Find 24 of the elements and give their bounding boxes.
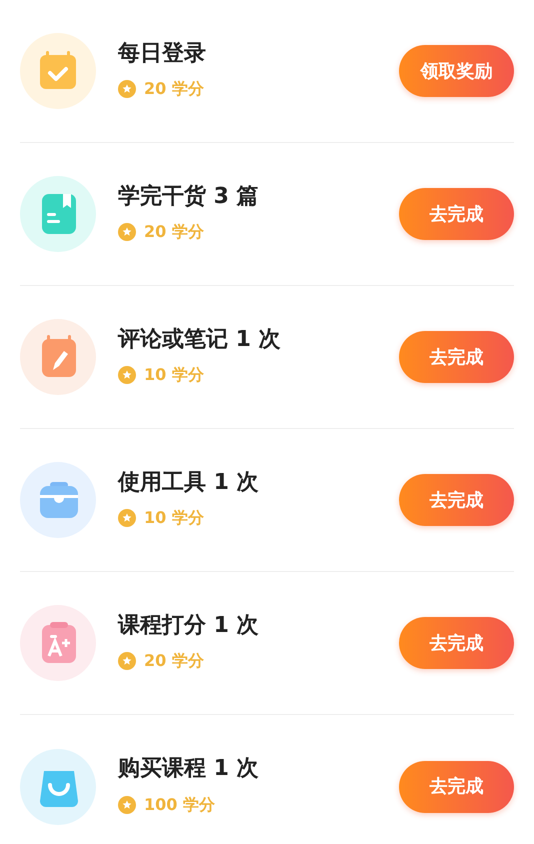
coin-icon	[118, 796, 136, 814]
points-label: 20 学分	[144, 650, 204, 672]
points-label: 10 学分	[144, 364, 204, 386]
action-button[interactable]: 去完成	[399, 331, 514, 383]
action-button[interactable]: 领取奖励	[399, 45, 514, 97]
coin-icon	[118, 223, 136, 242]
task-title: 课程打分 1 次	[118, 612, 260, 640]
points-label: 100 学分	[144, 794, 215, 816]
task-title: 每日登录	[118, 40, 207, 68]
task-title: 评论或笔记 1 次	[118, 326, 282, 354]
action-button[interactable]: 去完成	[399, 188, 514, 240]
action-button[interactable]: 去完成	[399, 760, 514, 812]
coin-icon	[118, 366, 136, 384]
coin-icon	[118, 509, 136, 528]
points-label: 10 学分	[144, 507, 204, 530]
action-button[interactable]: 去完成	[399, 617, 514, 669]
points-label: 20 学分	[144, 78, 204, 100]
task-title: 使用工具 1 次	[118, 470, 260, 496]
action-button[interactable]: 去完成	[399, 474, 514, 526]
points-label: 20 学分	[144, 221, 204, 244]
task-title: 购买课程 1 次	[118, 756, 260, 783]
task-title: 学完干货 3 篇	[118, 184, 260, 210]
coin-icon	[118, 80, 136, 98]
coin-icon	[118, 652, 136, 670]
